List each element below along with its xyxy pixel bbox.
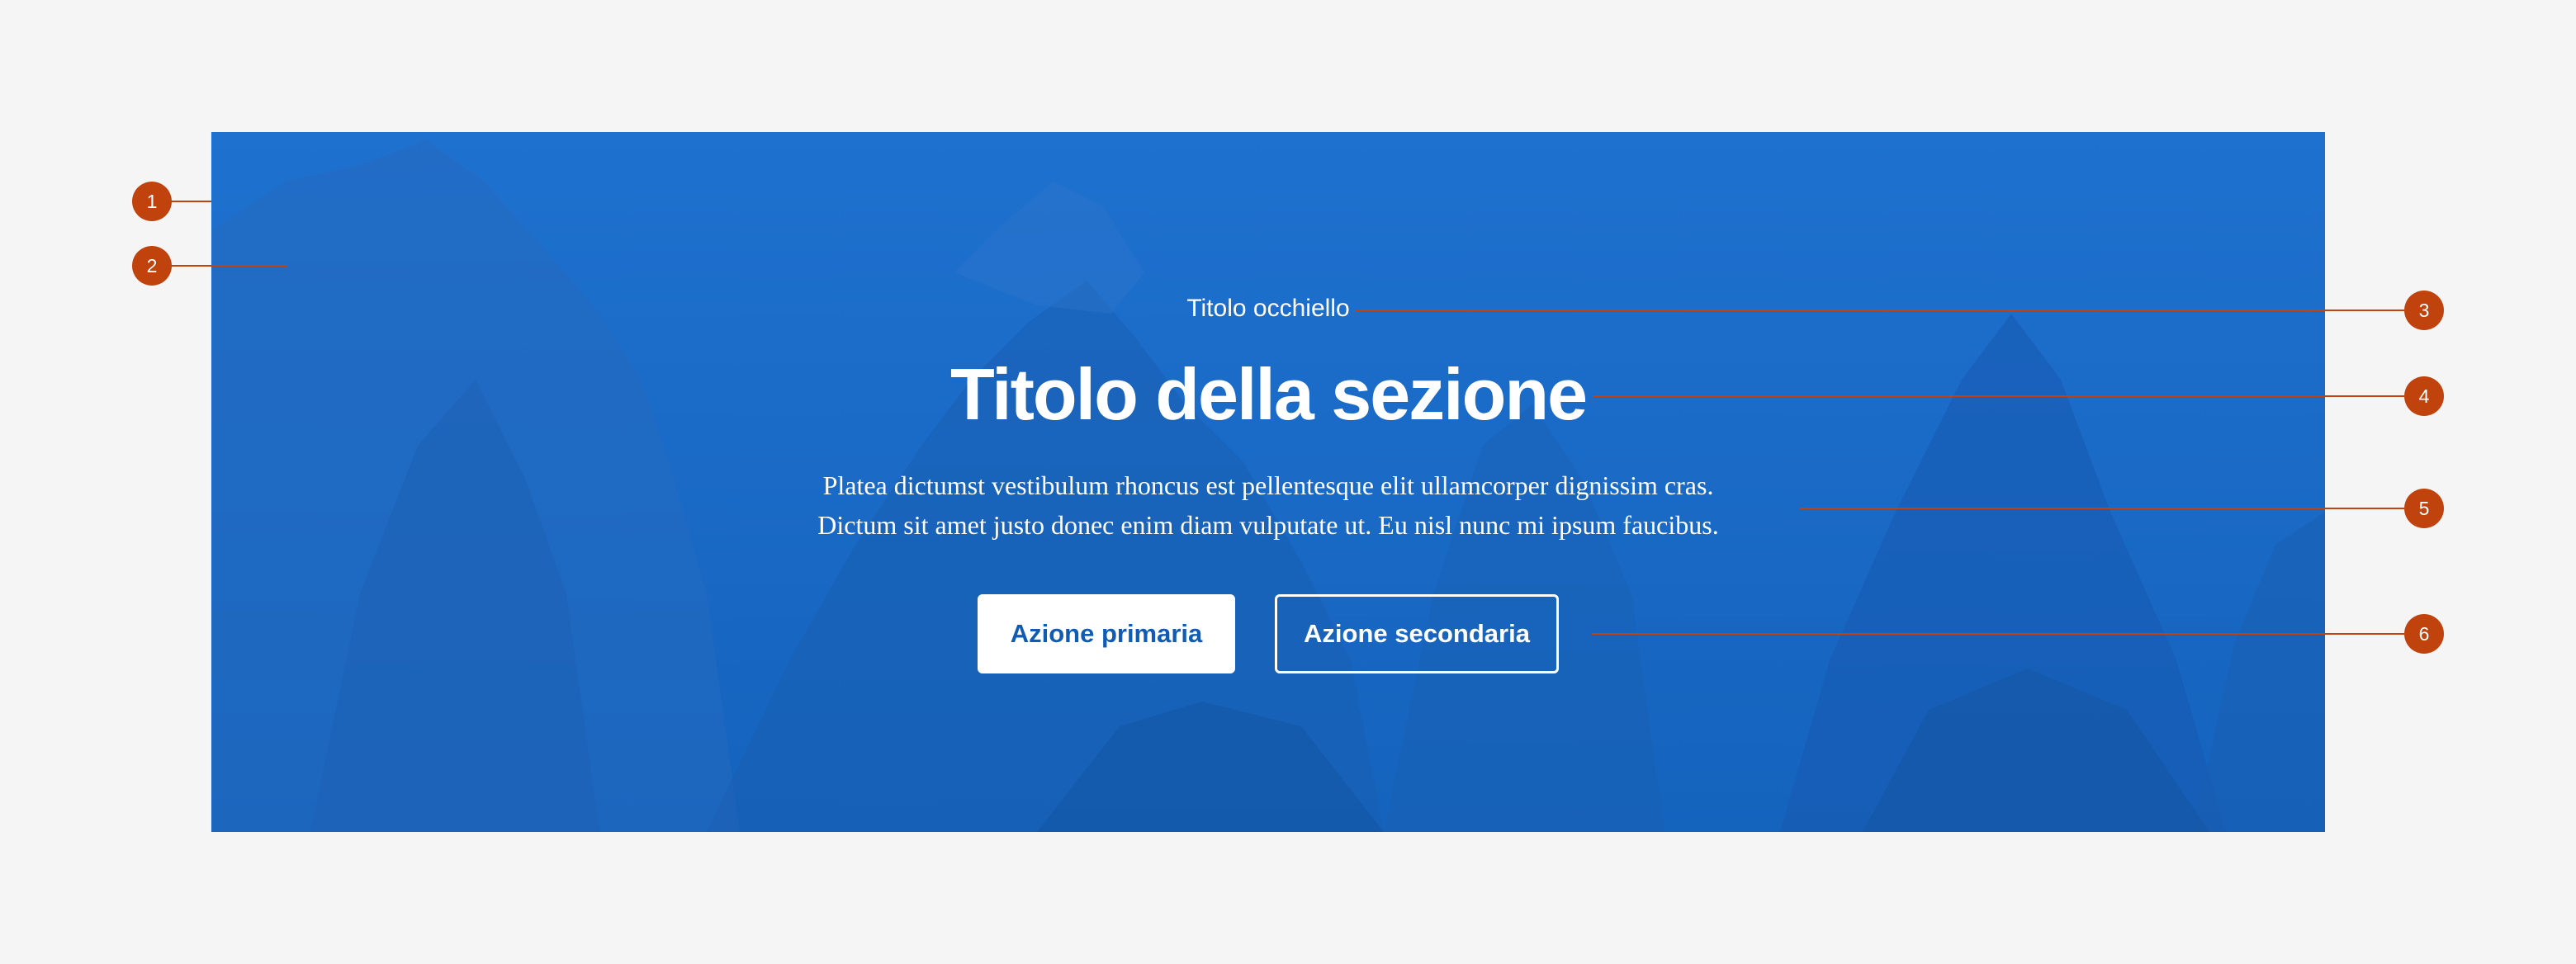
hero-section: Titolo occhiello Titolo della sezione Pl…	[211, 132, 2325, 832]
kicker-title: Titolo occhiello	[1186, 295, 1350, 322]
annotation-marker-4: 4	[2404, 376, 2444, 416]
annotation-marker-1: 1	[132, 182, 172, 221]
hero-content: Titolo occhiello Titolo della sezione Pl…	[211, 132, 2325, 832]
secondary-action-button[interactable]: Azione secondaria	[1275, 594, 1559, 673]
annotation-marker-5: 5	[2404, 489, 2444, 528]
lead-line-1: Platea dictumst vestibulum rhoncus est p…	[822, 470, 1714, 500]
lead-paragraph: Platea dictumst vestibulum rhoncus est p…	[674, 465, 1863, 545]
section-title: Titolo della sezione	[949, 353, 1588, 435]
annotation-marker-3: 3	[2404, 291, 2444, 330]
lead-line-2: Dictum sit amet justo donec enim diam vu…	[817, 510, 1719, 540]
annotation-marker-6: 6	[2404, 614, 2444, 654]
primary-action-button[interactable]: Azione primaria	[978, 594, 1235, 673]
annotation-marker-2: 2	[132, 246, 172, 286]
